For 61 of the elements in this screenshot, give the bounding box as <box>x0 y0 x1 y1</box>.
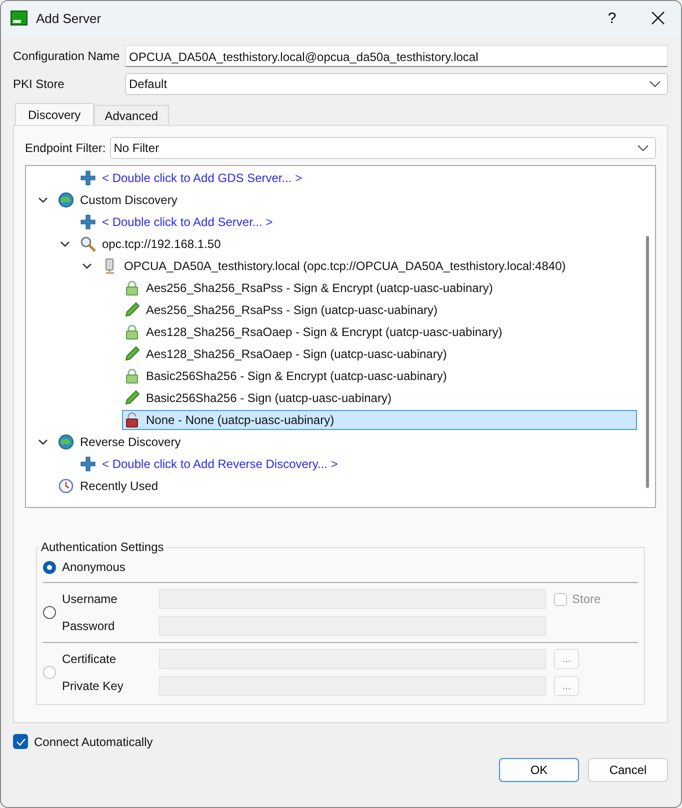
unlocked-lock-icon <box>124 412 140 428</box>
pencil-icon <box>124 390 140 406</box>
lock-icon <box>124 368 140 384</box>
tree-item[interactable]: Basic256Sha256 - Sign & Encrypt (uatcp-uasc-uabinary) <box>122 366 452 386</box>
tab[interactable]: Advanced <box>94 105 170 125</box>
radio-button[interactable] <box>43 606 56 619</box>
tree-item[interactable]: None - None (uatcp-uasc-uabinary) <box>122 410 637 430</box>
tree-item[interactable]: Custom Discovery <box>56 190 182 210</box>
tree-item[interactable]: OPCUA_DA50A_testhistory.local (opc.tcp://OPCUA_DA50A_testhistory.local:4840) <box>100 256 571 276</box>
field-label: Username <box>62 592 118 606</box>
help-button[interactable]: ? <box>589 1 635 35</box>
pki-store-dropdown[interactable]: Default <box>125 73 668 95</box>
app-icon <box>10 9 28 27</box>
chevron-down-icon <box>649 80 661 88</box>
field-label: Configuration Name <box>13 49 121 63</box>
window-title: Add Server <box>36 10 102 26</box>
plus-icon <box>80 456 96 472</box>
chevron-icon[interactable] <box>38 195 48 205</box>
tab[interactable]: Discovery <box>15 103 94 125</box>
field-label: Private Key <box>62 679 124 693</box>
plus-icon <box>80 214 96 230</box>
pencil-icon <box>124 302 140 318</box>
search-icon <box>80 236 96 252</box>
globe-icon <box>58 192 74 208</box>
pencil-icon <box>124 346 140 362</box>
configuration-name-field[interactable]: OPCUA_DA50A_testhistory.local@opcua_da50a_testhistory.local <box>125 45 668 67</box>
field-label: Endpoint Filter: <box>25 141 106 155</box>
tree-item[interactable]: Aes128_Sha256_RsaOaep - Sign (uatcp-uasc-uabinary) <box>122 344 452 364</box>
endpoint-filter-dropdown[interactable]: No Filter <box>110 137 656 159</box>
lock-icon <box>124 324 140 340</box>
dialog-button[interactable]: Cancel <box>588 758 668 782</box>
tree-item[interactable]: < Double click to Add Reverse Discovery... > <box>78 454 343 474</box>
checkbox-label: Connect Automatically <box>34 734 153 748</box>
dialog-button[interactable]: OK <box>499 758 579 782</box>
clock-icon <box>58 478 74 494</box>
group-title: Authentication Settings <box>40 540 165 554</box>
chevron-icon[interactable] <box>38 437 48 447</box>
tree-item[interactable]: Recently Used <box>56 476 164 496</box>
chevron-icon[interactable] <box>82 261 92 271</box>
tree-item[interactable]: Reverse Discovery <box>56 432 186 452</box>
field-label: PKI Store <box>13 77 66 91</box>
tree-item[interactable]: Aes128_Sha256_RsaOaep - Sign & Encrypt (uatcp-uasc-uabinary) <box>122 322 508 342</box>
tree-item[interactable]: Aes256_Sha256_RsaPss - Sign (uatcp-uasc-uabinary) <box>122 300 442 320</box>
field-label: Certificate <box>62 652 118 666</box>
plus-icon <box>80 170 96 186</box>
tree-item[interactable]: < Double click to Add Server... > <box>78 212 278 232</box>
lock-icon <box>124 280 140 296</box>
checkmark-icon <box>16 738 26 746</box>
tree-item[interactable]: < Double click to Add GDS Server... > <box>78 168 308 188</box>
tree-item[interactable]: Basic256Sha256 - Sign (uatcp-uasc-uabinary) <box>122 388 396 408</box>
tree-item[interactable]: opc.tcp://192.168.1.50 <box>78 234 226 254</box>
close-icon <box>651 11 665 25</box>
option-label: Anonymous <box>62 559 126 576</box>
globe-icon <box>58 434 74 450</box>
checkbox-label: Store <box>572 592 601 606</box>
checkbox[interactable] <box>13 734 28 749</box>
tree-item[interactable]: Aes256_Sha256_RsaPss - Sign & Encrypt (uatcp-uasc-uabinary) <box>122 278 498 298</box>
radio-button[interactable] <box>43 560 56 574</box>
chevron-icon[interactable] <box>60 239 70 249</box>
chevron-down-icon <box>637 144 649 152</box>
field-label: Password <box>62 619 116 633</box>
